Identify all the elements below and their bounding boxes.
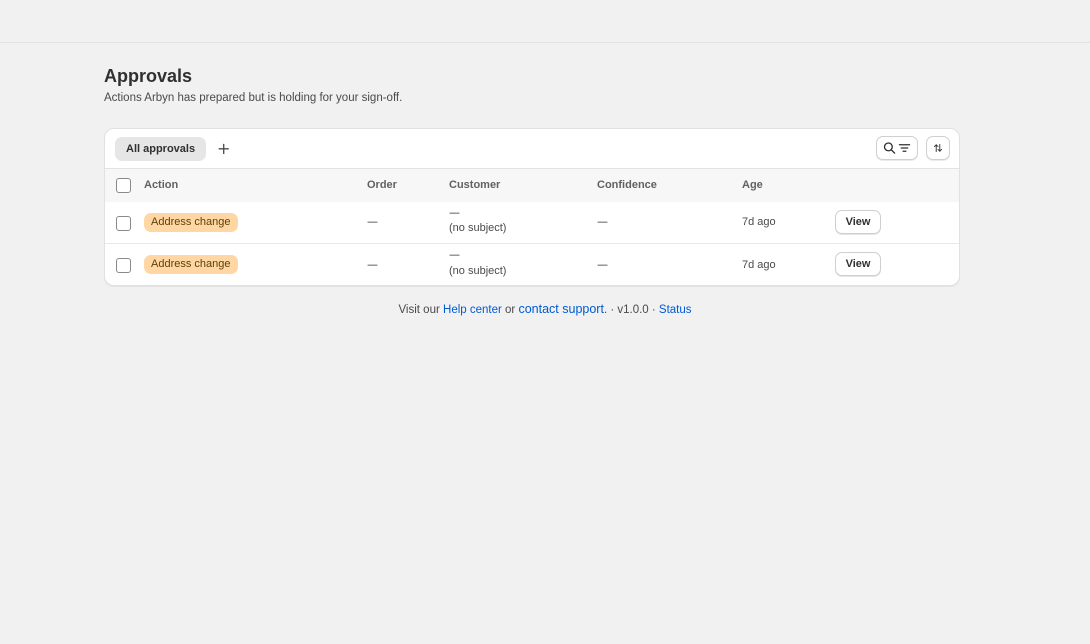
row-checkbox[interactable]	[116, 216, 131, 231]
select-all-checkbox[interactable]	[116, 178, 131, 193]
table-row[interactable]: Address change — — (no subject) — 7d ago…	[105, 202, 959, 244]
column-header-action[interactable]: Action	[144, 169, 178, 201]
customer-subject: (no subject)	[449, 265, 507, 277]
status-link[interactable]: Status	[659, 304, 692, 316]
search-filter-button[interactable]	[876, 136, 918, 160]
confidence-value: —	[597, 258, 608, 271]
sort-arrows-icon	[933, 143, 943, 153]
order-value: —	[367, 258, 378, 271]
top-bar	[0, 0, 1090, 43]
add-view-button[interactable]: +	[211, 137, 235, 161]
search-icon	[883, 142, 896, 154]
table-header: Action Order Customer Confidence Age	[105, 168, 959, 204]
row-checkbox[interactable]	[116, 258, 131, 273]
age-value: 7d ago	[742, 216, 776, 228]
action-badge: Address change	[144, 213, 238, 232]
tab-all-approvals[interactable]: All approvals	[115, 137, 207, 161]
contact-support-link[interactable]: contact support	[518, 302, 603, 316]
footer-version: . · v1.0.0 ·	[603, 304, 656, 316]
footer-prefix: Visit our	[398, 304, 440, 316]
action-badge: Address change	[144, 255, 238, 274]
confidence-value: —	[597, 215, 608, 228]
help-center-link[interactable]: Help center	[443, 304, 502, 316]
footer: Visit our Help center or contact support…	[0, 302, 1090, 316]
customer-subject: (no subject)	[449, 222, 507, 234]
column-header-customer[interactable]: Customer	[449, 169, 500, 201]
tabs-bar: All approvals +	[105, 129, 959, 168]
column-header-age[interactable]: Age	[742, 169, 763, 201]
table-row[interactable]: Address change — — (no subject) — 7d ago…	[105, 243, 959, 285]
page-subtitle: Actions Arbyn has prepared but is holdin…	[104, 92, 403, 104]
customer-name: —	[449, 206, 460, 219]
footer-or: or	[505, 304, 516, 316]
order-value: —	[367, 215, 378, 228]
approvals-card: All approvals + Action Order Customer Co…	[104, 128, 960, 286]
view-button[interactable]: View	[835, 210, 881, 234]
column-header-order[interactable]: Order	[367, 169, 397, 201]
view-button[interactable]: View	[835, 252, 881, 276]
customer-name: —	[449, 248, 460, 261]
age-value: 7d ago	[742, 259, 776, 271]
filter-lines-icon	[898, 144, 911, 152]
sort-button[interactable]	[926, 136, 950, 160]
page-title: Approvals	[104, 66, 193, 86]
column-header-confidence[interactable]: Confidence	[597, 169, 657, 201]
